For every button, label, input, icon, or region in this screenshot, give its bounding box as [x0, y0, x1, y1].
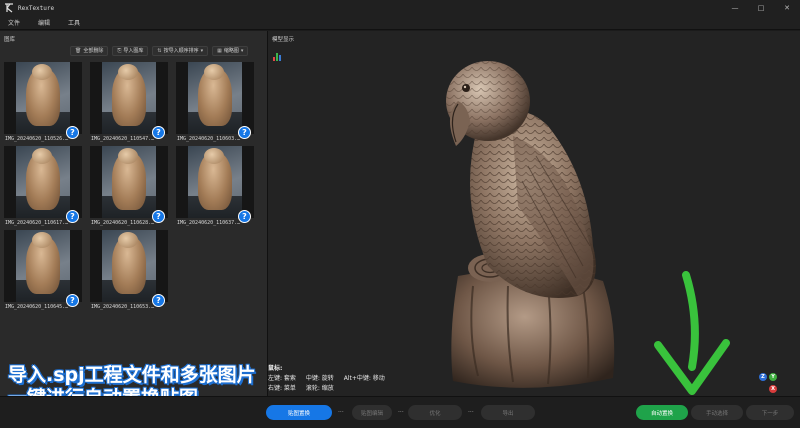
y-axis-icon: Y [769, 373, 777, 381]
step-separator: ··· [398, 409, 404, 416]
middle-click-hint: 中键: 旋转 [305, 375, 334, 382]
thumbnail-item[interactable]: ? IMG_20240620_110628.… [90, 146, 168, 226]
thumbnail-item[interactable]: ? IMG_20240620_110645.… [4, 230, 82, 310]
thumbnail-name: IMG_20240620_110628.… [91, 220, 155, 226]
thumbnail-item[interactable]: ? IMG_20240620_110637.… [176, 146, 254, 226]
delete-all-button[interactable]: 🗑 全部删除 [70, 45, 109, 56]
view-mode-label: 缩略图 [223, 48, 239, 54]
manual-select-button[interactable]: 手动选择 [691, 405, 743, 420]
thumbnail-item[interactable]: ? IMG_20240620_110617.… [4, 146, 82, 226]
thumbnail-name: IMG_20240620_110526.… [5, 136, 69, 142]
next-step-button[interactable]: 下一步 [746, 405, 794, 420]
thumbnail-item[interactable]: ? IMG_20240620_110603.… [176, 62, 254, 142]
gallery-toolbar: 🗑 全部删除 ⎘ 导入图库 ⇅ 按导入顺序排序 ▾ ▦ 缩略图 ▾ [70, 45, 249, 56]
thumbnail-item[interactable]: ? IMG_20240620_110526.… [4, 62, 82, 142]
optimize-step-button[interactable]: 优化 [408, 405, 462, 420]
minimize-button[interactable]: — [722, 0, 748, 16]
app-title: RexTexture [18, 4, 55, 12]
axis-gizmo[interactable]: Y Z X [758, 371, 788, 396]
mouse-help: 鼠标: 左键: 套索 中键: 旋转 Alt+中键: 移动 右键: 菜单 滚轮: … [268, 364, 393, 394]
sort-icon: ⇅ [157, 47, 162, 54]
sort-dropdown-label: 按导入顺序排序 [163, 48, 199, 54]
thumbnail-image [176, 146, 254, 218]
model-viewport[interactable]: 模型显示 鼠标: 左键: 套索 中键: 旋转 Alt+中键: 移动 右键: 菜单… [268, 31, 800, 396]
promo-line-1: 导入.spj工程文件和多张图片 [8, 364, 256, 386]
green-arrow-annotation [654, 271, 730, 395]
title-bar: RexTexture — □ ✕ [0, 0, 800, 16]
thumbnail-image [176, 62, 254, 134]
z-axis-icon: Z [759, 373, 767, 381]
delete-all-label: 全部删除 [83, 48, 104, 54]
grid-icon: ▦ [217, 47, 222, 54]
menu-file[interactable]: 文件 [8, 18, 20, 27]
mouse-help-row: 右键: 菜单 滚轮: 缩放 [268, 384, 393, 394]
menu-bar: 文件 编辑 工具 [0, 16, 800, 30]
parrot-model [446, 61, 615, 388]
texture-replace-step-button[interactable]: 贴图置换 [266, 405, 332, 420]
window-controls: — □ ✕ [722, 0, 800, 16]
auto-replace-button[interactable]: 自动置换 [636, 405, 688, 420]
thumbnail-image [90, 230, 168, 302]
import-gallery-button[interactable]: ⎘ 导入图库 [112, 45, 149, 56]
chevron-down-icon: ▾ [240, 47, 244, 54]
chevron-down-icon: ▾ [200, 47, 204, 54]
close-button[interactable]: ✕ [774, 0, 800, 16]
thumbnail-name: IMG_20240620_110603.… [177, 136, 241, 142]
thumbnail-image [4, 146, 82, 218]
thumbnail-image [90, 62, 168, 134]
menu-edit[interactable]: 编辑 [38, 18, 50, 27]
right-click-hint: 右键: 菜单 [268, 385, 296, 392]
export-step-button[interactable]: 导出 [481, 405, 535, 420]
alt-middle-hint: Alt+中键: 移动 [343, 375, 385, 382]
step-bar: 贴图置换 ··· 贴图编辑 ··· 优化 ··· 导出 自动置换 手动选择 下一… [0, 396, 800, 428]
thumbnail-name: IMG_20240620_110617.… [5, 220, 69, 226]
x-axis-icon: X [769, 385, 777, 393]
viewport-title: 模型显示 [272, 37, 295, 43]
thumbnail-image [4, 62, 82, 134]
thumbnail-name: IMG_20240620_110547.… [91, 136, 155, 142]
thumbnail-name: IMG_20240620_110637.… [177, 220, 241, 226]
thumbnail-image [4, 230, 82, 302]
thumbnail-item[interactable]: ? IMG_20240620_110653.… [90, 230, 168, 310]
wheel-hint: 滚轮: 缩放 [305, 385, 334, 392]
mouse-help-title: 鼠标: [268, 365, 283, 372]
import-icon: ⎘ [117, 47, 122, 54]
thumbnail-item[interactable]: ? IMG_20240620_110547.… [90, 62, 168, 142]
menu-tools[interactable]: 工具 [68, 18, 80, 27]
thumbnail-name: IMG_20240620_110645.… [5, 304, 69, 310]
gallery-panel: 图库 🗑 全部删除 ⎘ 导入图库 ⇅ 按导入顺序排序 ▾ ▦ 缩略图 ▾ ? I… [0, 31, 267, 409]
thumbnail-image [90, 146, 168, 218]
texture-edit-step-button[interactable]: 贴图编辑 [352, 405, 392, 420]
import-gallery-label: 导入图库 [123, 48, 144, 54]
step-separator: ··· [338, 409, 344, 416]
left-click-hint: 左键: 套索 [268, 375, 296, 382]
step-separator: ··· [468, 409, 474, 416]
thumbnail-name: IMG_20240620_110653.… [91, 304, 155, 310]
gallery-title: 图库 [4, 37, 16, 43]
view-mode-dropdown[interactable]: ▦ 缩略图 ▾ [212, 45, 249, 56]
trash-icon: 🗑 [75, 47, 82, 54]
statistics-icon[interactable] [273, 52, 282, 61]
app-logo-icon [4, 3, 14, 13]
maximize-button[interactable]: □ [748, 0, 774, 16]
mouse-help-row: 左键: 套索 中键: 旋转 Alt+中键: 移动 [268, 374, 393, 384]
sort-dropdown[interactable]: ⇅ 按导入顺序排序 ▾ [152, 45, 209, 56]
